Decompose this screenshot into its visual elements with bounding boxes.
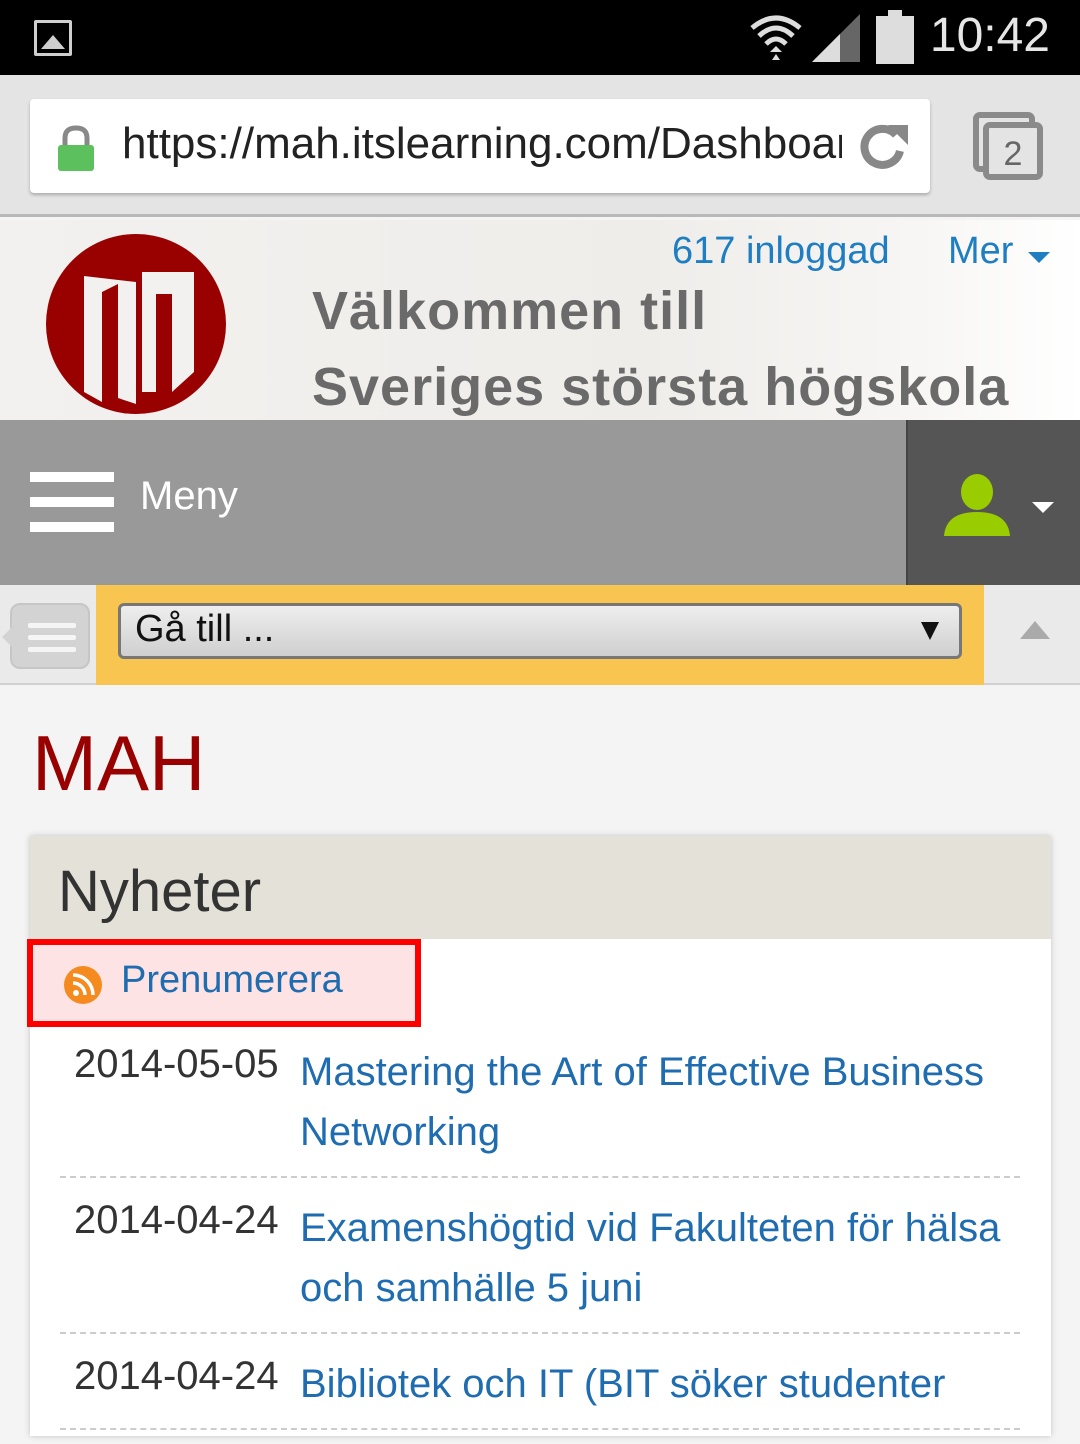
tabs-icon[interactable]: 2 — [972, 111, 1044, 181]
list-item: 2014-04-24 Examenshögtid vid Fakulteten … — [60, 1192, 1020, 1334]
wifi-icon — [750, 15, 802, 60]
list-item: 2014-05-05 Mastering the Art of Effectiv… — [60, 1036, 1020, 1178]
news-title-link[interactable]: Examenshögtid vid Fakulteten för hälsa o… — [300, 1198, 1020, 1318]
page-title: MAH — [32, 719, 206, 807]
user-menu-button[interactable] — [906, 420, 1080, 585]
news-header: Nyheter — [30, 836, 1051, 939]
user-icon — [944, 474, 1010, 536]
tab-count: 2 — [1004, 135, 1023, 173]
dropdown-arrow-icon — [921, 622, 939, 640]
main-menu-bar: Meny — [0, 420, 1080, 585]
news-list: 2014-05-05 Mastering the Art of Effectiv… — [60, 1036, 1020, 1444]
battery-icon — [876, 10, 914, 64]
chevron-down-icon — [1028, 252, 1050, 263]
goto-container: Gå till ... — [96, 585, 984, 685]
welcome-line1: Välkommen till — [312, 281, 708, 341]
hamburger-menu-icon[interactable] — [30, 472, 114, 532]
subscribe-link[interactable]: Prenumerera — [27, 939, 421, 1027]
site-header: Välkommen till Sveriges största högskola… — [0, 220, 1080, 420]
goto-bar: Gå till ... — [0, 585, 1080, 685]
welcome-line2: Sveriges största högskola — [312, 357, 1010, 417]
news-title-link[interactable]: Mastering the Art of Effective Business … — [300, 1042, 1020, 1162]
browser-toolbar: https://mah.itslearning.com/Dashboard 2 — [0, 75, 1080, 217]
menu-label[interactable]: Meny — [140, 474, 238, 519]
url-text: https://mah.itslearning.com/Dashboard — [122, 119, 842, 168]
rss-icon — [64, 966, 102, 1004]
goto-select[interactable]: Gå till ... — [118, 603, 962, 659]
goto-selected-value: Gå till ... — [135, 608, 275, 650]
signal-icon — [812, 14, 860, 62]
lock-icon — [58, 125, 94, 171]
news-date: 2014-05-05 — [74, 1042, 279, 1086]
news-title: Nyheter — [58, 859, 262, 924]
chevron-down-icon — [1032, 502, 1054, 513]
status-bar: 10:42 — [0, 0, 1080, 75]
news-date: 2014-04-24 — [74, 1354, 279, 1398]
news-card: Nyheter Prenumerera 2014-05-05 Mastering… — [27, 836, 1051, 1436]
clock: 10:42 — [929, 9, 1050, 62]
mah-logo[interactable] — [44, 232, 228, 416]
more-menu-link[interactable]: Mer — [948, 230, 1013, 273]
sidebar-toggle-button[interactable] — [2, 603, 90, 669]
url-field[interactable]: https://mah.itslearning.com/Dashboard — [30, 99, 930, 193]
news-date: 2014-04-24 — [74, 1198, 279, 1242]
gallery-icon — [34, 20, 72, 56]
logged-in-count-link[interactable]: 617 inloggad — [672, 230, 890, 273]
list-item: 2014-04-24 Bibliotek och IT (BIT söker s… — [60, 1348, 1020, 1430]
news-title-link[interactable]: Bibliotek och IT (BIT söker studenter — [300, 1354, 1020, 1414]
subscribe-label: Prenumerera — [121, 959, 343, 1001]
scroll-up-icon[interactable] — [1020, 621, 1050, 639]
reload-icon[interactable] — [856, 121, 912, 173]
